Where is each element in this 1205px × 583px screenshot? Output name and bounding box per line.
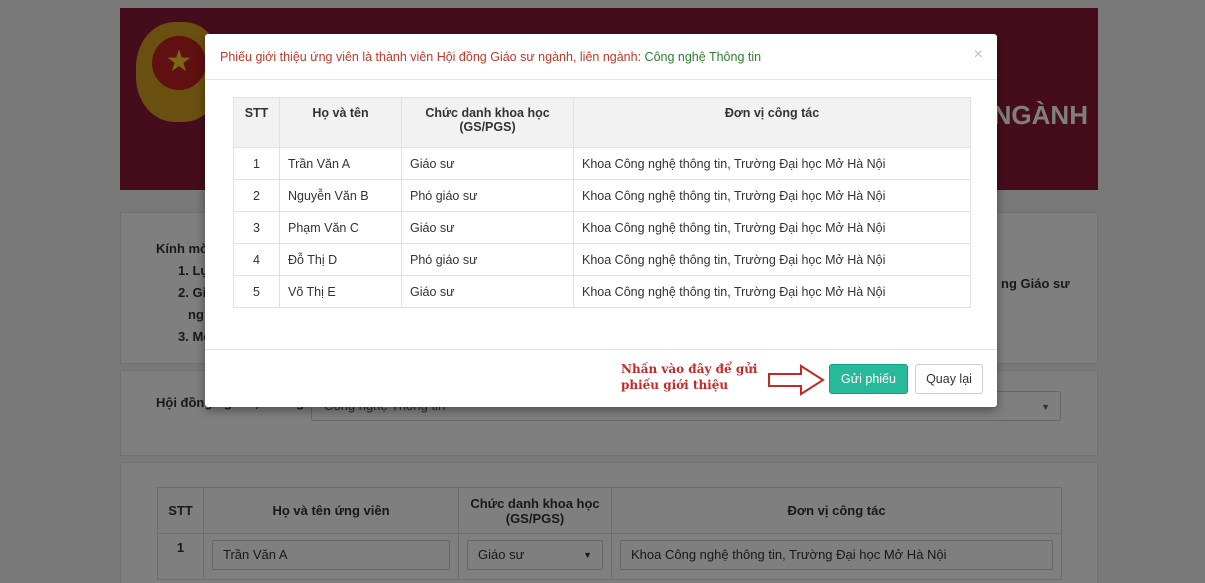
row-title: Phó giáo sư (401, 243, 574, 276)
row-unit: Khoa Công nghệ thông tin, Trường Đại học… (573, 243, 971, 276)
close-icon[interactable]: × (974, 46, 983, 64)
row-name: Phạm Văn C (279, 211, 402, 244)
annotation-line-1: Nhấn vào đây để gửi (621, 362, 758, 376)
table-row: 5 Võ Thị E Giáo sư Khoa Công nghệ thông … (233, 275, 971, 308)
row-stt: 2 (233, 179, 280, 212)
annotation-line-2: phiếu giới thiệu (621, 378, 729, 392)
row-title: Giáo sư (401, 211, 574, 244)
row-stt: 1 (233, 147, 280, 180)
table-row: 3 Phạm Văn C Giáo sư Khoa Công nghệ thôn… (233, 211, 971, 244)
instruction-annotation: Nhấn vào đây để gửi phiếu giới thiệu (621, 361, 781, 393)
send-referral-button[interactable]: Gửi phiếu (829, 364, 908, 394)
arrow-right-icon (768, 364, 825, 396)
table-row: 4 Đỗ Thị D Phó giáo sư Khoa Công nghệ th… (233, 243, 971, 276)
modal-title: Phiếu giới thiệu ứng viên là thành viên … (220, 50, 642, 64)
back-button[interactable]: Quay lại (915, 364, 983, 394)
table-row: 2 Nguyễn Văn B Phó giáo sư Khoa Công ngh… (233, 179, 971, 212)
referral-table-header: STT Họ và tên Chức danh khoa học (GS/PGS… (233, 97, 971, 148)
row-stt: 4 (233, 243, 280, 276)
row-unit: Khoa Công nghệ thông tin, Trường Đại học… (573, 275, 971, 308)
col-unit: Đơn vị công tác (573, 97, 971, 148)
row-unit: Khoa Công nghệ thông tin, Trường Đại học… (573, 147, 971, 180)
row-name: Trần Văn A (279, 147, 402, 180)
row-unit: Khoa Công nghệ thông tin, Trường Đại học… (573, 179, 971, 212)
row-name: Nguyễn Văn B (279, 179, 402, 212)
col-stt: STT (233, 97, 280, 148)
row-title: Phó giáo sư (401, 179, 574, 212)
referral-table: STT Họ và tên Chức danh khoa học (GS/PGS… (233, 97, 971, 308)
col-title: Chức danh khoa học (GS/PGS) (401, 97, 574, 148)
row-name: Đỗ Thị D (279, 243, 402, 276)
col-name: Họ và tên (279, 97, 402, 148)
row-title: Giáo sư (401, 147, 574, 180)
table-row: 1 Trần Văn A Giáo sư Khoa Công nghệ thôn… (233, 147, 971, 180)
modal-header: Phiếu giới thiệu ứng viên là thành viên … (205, 34, 997, 80)
row-title: Giáo sư (401, 275, 574, 308)
modal-title-field: Công nghệ Thông tin (644, 50, 762, 64)
row-stt: 3 (233, 211, 280, 244)
referral-modal: Phiếu giới thiệu ứng viên là thành viên … (205, 34, 997, 407)
row-name: Võ Thị E (279, 275, 402, 308)
row-stt: 5 (233, 275, 280, 308)
row-unit: Khoa Công nghệ thông tin, Trường Đại học… (573, 211, 971, 244)
